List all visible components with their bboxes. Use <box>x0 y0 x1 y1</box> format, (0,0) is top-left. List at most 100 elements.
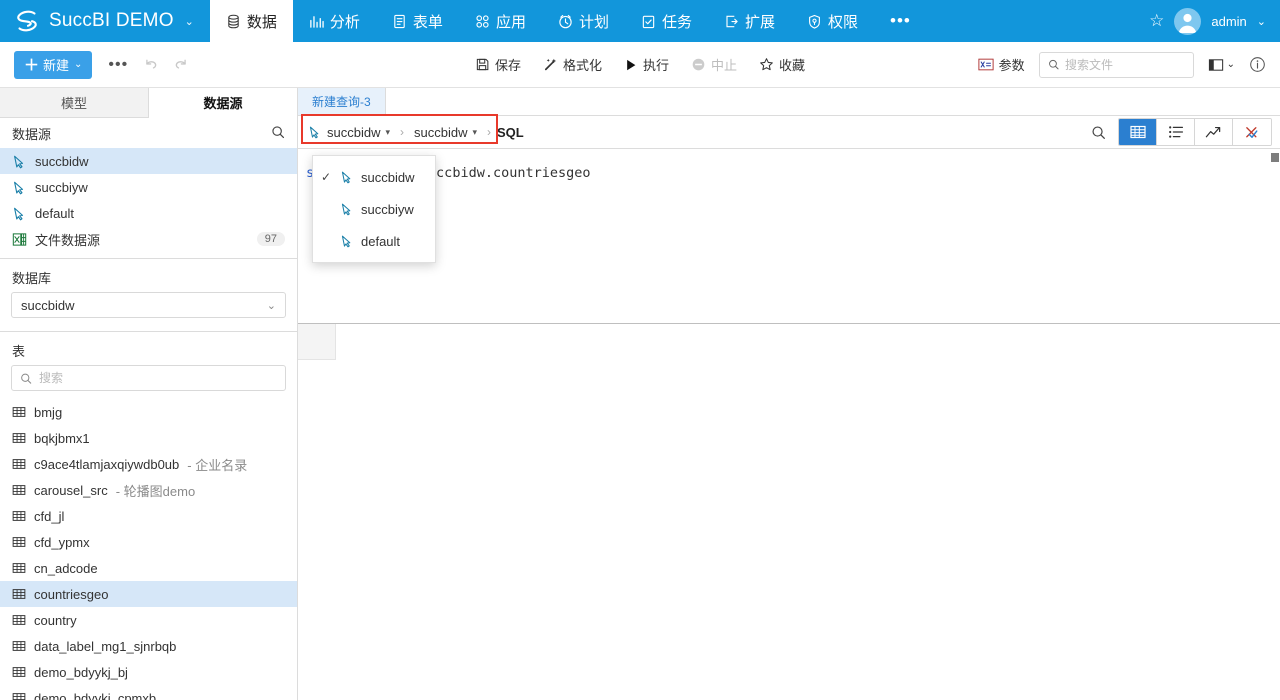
table-list-item[interactable]: demo_bdyykj_bj <box>0 659 297 685</box>
nav-tab-data[interactable]: 数据 <box>210 0 293 42</box>
sql-editor[interactable]: select * from succbidw.countriesgeo <box>298 148 1280 323</box>
nav-tab-apps[interactable]: 应用 <box>459 0 542 42</box>
table-list-item[interactable]: demo_bdyykj_cpmxb <box>0 685 297 700</box>
excel-file-icon <box>12 232 27 247</box>
table-search-input[interactable] <box>39 371 277 385</box>
breadcrumb-datasource[interactable]: succbidw ▾ <box>304 125 394 140</box>
list-view-icon <box>1168 125 1184 139</box>
nav-tab-tasks[interactable]: 任务 <box>625 0 708 42</box>
breadcrumb-database[interactable]: succbidw ▾ <box>410 125 481 140</box>
dropdown-item-label: default <box>361 234 400 249</box>
format-button[interactable]: 格式化 <box>543 55 602 74</box>
new-button[interactable]: ＋ 新建 ⌄ <box>14 51 92 79</box>
result-grid-area <box>298 323 1280 700</box>
redo-icon[interactable] <box>173 55 190 75</box>
view-mode-trend-button[interactable] <box>1195 119 1233 145</box>
favorites-star-icon[interactable]: ☆ <box>1149 11 1164 31</box>
table-list-item[interactable]: bmjg <box>0 399 297 425</box>
table-list-item[interactable]: carousel_src - 轮播图demo <box>0 477 297 503</box>
brand-logo-area[interactable]: SuccBI DEMO ⌄ <box>0 0 210 42</box>
save-button[interactable]: 保存 <box>475 55 521 74</box>
table-list-item[interactable]: bqkjbmx1 <box>0 425 297 451</box>
execute-label: 执行 <box>643 55 669 74</box>
view-mode-group <box>1118 118 1272 146</box>
stop-label: 中止 <box>711 55 737 74</box>
form-icon <box>392 14 407 29</box>
stop-icon <box>691 57 706 72</box>
undo-icon[interactable] <box>142 55 159 75</box>
nav-tab-permissions[interactable]: 权限 <box>791 0 874 42</box>
table-list-item-countriesgeo[interactable]: countriesgeo <box>0 581 297 607</box>
trend-chart-icon <box>1205 125 1222 139</box>
breadcrumb-bar: succbidw ▾ › succbidw ▾ › SQL <box>298 116 1280 148</box>
table-section-label: 表 <box>0 332 297 365</box>
datasource-item-file[interactable]: 文件数据源 97 <box>0 226 297 252</box>
sidebar-tab-datasource[interactable]: 数据源 <box>149 88 297 118</box>
table-list[interactable]: bmjg bqkjbmx1 c9ace4tlamjaxqiywdb0ub - 企… <box>0 391 297 700</box>
editor-search-button[interactable] <box>1091 125 1106 140</box>
scatter-chart-icon <box>1244 125 1261 140</box>
datasource-item-default[interactable]: default <box>0 200 297 226</box>
nav-tab-extensions[interactable]: 扩展 <box>708 0 791 42</box>
chevron-down-icon: ⌄ <box>1227 59 1235 70</box>
table-name: cfd_ypmx <box>34 535 90 550</box>
sql-text[interactable]: select * from succbidw.countriesgeo <box>298 149 1280 183</box>
search-icon <box>1048 58 1059 71</box>
table-list-item[interactable]: cn_adcode <box>0 555 297 581</box>
result-grid[interactable] <box>298 324 1280 360</box>
info-circle-icon <box>1249 56 1266 73</box>
datasource-dropdown-menu[interactable]: ✓ succbidw succbiyw default <box>312 155 436 263</box>
succbi-logo-icon <box>14 8 40 34</box>
avatar[interactable] <box>1174 8 1201 35</box>
datasource-icon <box>12 154 27 169</box>
layout-panel-button[interactable]: ⌄ <box>1208 57 1235 73</box>
table-search-box[interactable] <box>11 365 286 391</box>
nav-tab-plan[interactable]: 计划 <box>542 0 625 42</box>
table-icon <box>12 691 26 700</box>
database-select[interactable]: succbidw ⌄ <box>11 292 286 318</box>
datasource-icon <box>340 170 354 184</box>
sidebar-tab-model[interactable]: 模型 <box>0 88 149 117</box>
view-mode-table-button[interactable] <box>1119 119 1157 145</box>
search-icon[interactable] <box>271 125 285 142</box>
editor-scrollbar-thumb[interactable] <box>1271 153 1279 162</box>
user-chevron-down-icon[interactable]: ⌄ <box>1257 15 1266 28</box>
query-tab-new-query-3[interactable]: 新建查询-3 <box>298 88 386 115</box>
table-name: c9ace4tlamjaxqiywdb0ub <box>34 457 179 472</box>
datasource-item-succbiyw[interactable]: succbiyw <box>0 174 297 200</box>
magic-wand-icon <box>543 57 558 72</box>
dropdown-item-succbidw[interactable]: ✓ succbidw <box>313 161 435 193</box>
favorite-button[interactable]: 收藏 <box>759 55 805 74</box>
dropdown-item-default[interactable]: default <box>313 225 435 257</box>
table-list-item[interactable]: cfd_ypmx <box>0 529 297 555</box>
execute-button[interactable]: 执行 <box>624 55 669 74</box>
nav-tab-analysis[interactable]: 分析 <box>293 0 376 42</box>
plus-icon: ＋ <box>24 54 39 75</box>
main-toolbar: ＋ 新建 ⌄ ••• 保存 <box>0 42 1280 88</box>
search-input[interactable] <box>1065 58 1185 72</box>
view-mode-scatter-button[interactable] <box>1233 119 1271 145</box>
file-search-box[interactable] <box>1039 52 1194 78</box>
brand-chevron-down-icon[interactable]: ⌄ <box>185 15 194 28</box>
nav-tab-form[interactable]: 表单 <box>376 0 459 42</box>
table-icon <box>12 665 26 679</box>
clipboard-check-icon <box>641 14 656 29</box>
dropdown-item-succbiyw[interactable]: succbiyw <box>313 193 435 225</box>
table-list-item[interactable]: country <box>0 607 297 633</box>
table-list-item[interactable]: c9ace4tlamjaxqiywdb0ub - 企业名录 <box>0 451 297 477</box>
toolbar-more-button[interactable]: ••• <box>108 56 128 74</box>
table-name: demo_bdyykj_cpmxb <box>34 691 156 700</box>
nav-more-button[interactable]: ••• <box>874 0 927 42</box>
datasource-item-succbidw[interactable]: succbidw <box>0 148 297 174</box>
brand-title: SuccBI DEMO <box>49 10 174 32</box>
chevron-down-icon: ⌄ <box>267 299 276 312</box>
table-list-item[interactable]: cfd_jl <box>0 503 297 529</box>
info-button[interactable] <box>1249 56 1266 73</box>
nav-tab-label: 分析 <box>330 11 360 32</box>
table-list-item[interactable]: data_label_mg1_sjnrbqb <box>0 633 297 659</box>
dropdown-item-label: succbidw <box>361 170 414 185</box>
result-grid-corner-cell[interactable] <box>298 324 336 360</box>
view-mode-list-button[interactable] <box>1157 119 1195 145</box>
parameters-button[interactable]: 参数 <box>978 55 1025 74</box>
panel-layout-icon <box>1208 57 1225 73</box>
